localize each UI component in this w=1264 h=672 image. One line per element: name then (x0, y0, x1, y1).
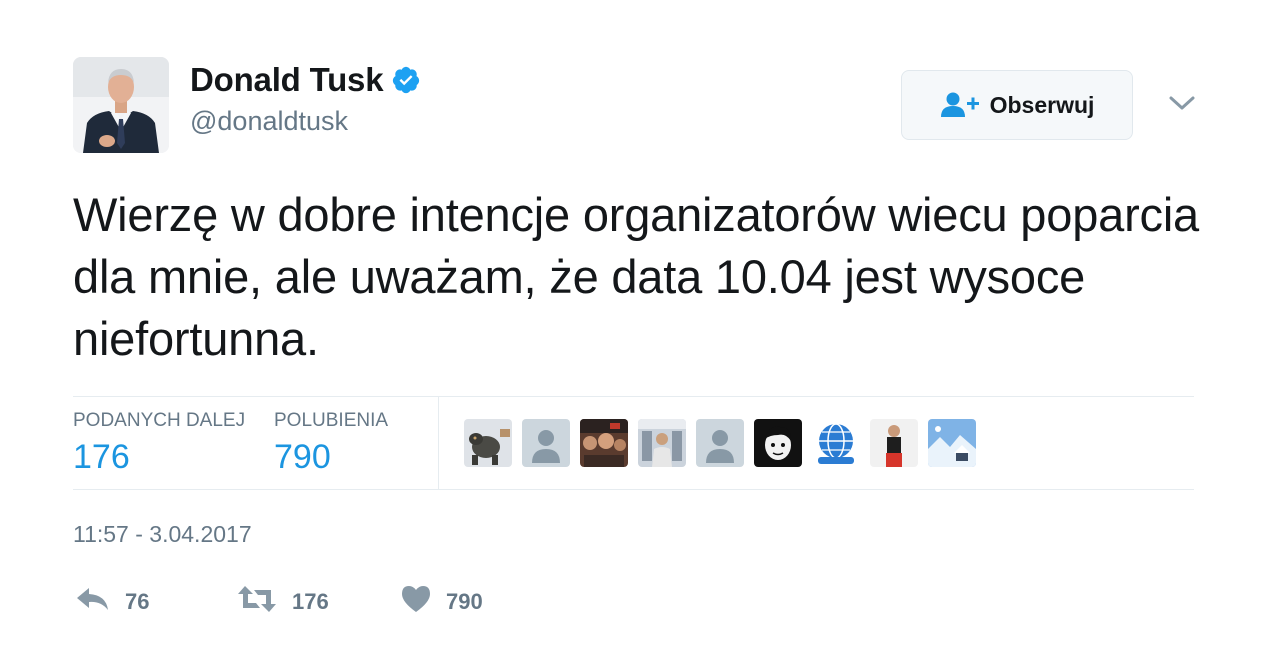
likes-stat-value: 790 (274, 438, 331, 476)
tweet-timestamp[interactable]: 11:57 - 3.04.2017 (73, 521, 252, 548)
author-handle[interactable]: @donaldtusk (190, 106, 348, 137)
stats-top-divider (73, 396, 1194, 397)
likes-stat-label: POLUBIENIA (274, 410, 389, 431)
liker-avatar-globe-logo[interactable] (812, 419, 860, 467)
liker-avatar-crowd[interactable] (580, 419, 628, 467)
liker-avatar-default[interactable] (696, 419, 744, 467)
follow-user-icon (940, 91, 980, 119)
like-count: 790 (446, 588, 483, 614)
profile-photo (73, 57, 169, 153)
like-button[interactable]: 790 (400, 584, 483, 619)
retweets-stat-label: PODANYCH DALEJ (73, 410, 246, 431)
liker-avatar-face-sketch[interactable] (754, 419, 802, 467)
author-avatar[interactable] (73, 57, 169, 153)
liker-avatar-default[interactable] (522, 419, 570, 467)
reply-count: 76 (125, 588, 150, 614)
likers-avatar-row (464, 419, 976, 467)
heart-icon (400, 584, 432, 619)
tweet-text: Wierzę w dobre intencje organizatorów wi… (73, 188, 1199, 365)
retweet-count: 176 (292, 588, 329, 614)
liker-avatar-winter-landscape[interactable] (928, 419, 976, 467)
retweets-stat[interactable]: PODANYCH DALEJ 176 (73, 410, 245, 477)
author-name-row: Donald Tusk (190, 60, 421, 100)
stats-vertical-divider (438, 397, 439, 489)
retweet-icon (236, 584, 278, 619)
liker-avatar-man-red[interactable] (870, 419, 918, 467)
reply-icon (75, 584, 111, 619)
author-display-name[interactable]: Donald Tusk (190, 61, 384, 99)
likes-stat[interactable]: POLUBIENIA 790 (274, 410, 388, 477)
retweet-button[interactable]: 176 (236, 584, 329, 619)
follow-button-label: Obserwuj (989, 91, 1095, 118)
stats-bottom-divider (73, 489, 1194, 490)
retweets-stat-value: 176 (73, 438, 130, 476)
liker-avatar-dog[interactable] (464, 419, 512, 467)
follow-button[interactable]: Obserwuj (901, 70, 1133, 140)
liker-avatar-man-outdoors[interactable] (638, 419, 686, 467)
reply-button[interactable]: 76 (75, 584, 149, 619)
verified-badge-icon (391, 65, 421, 95)
chevron-down-icon[interactable] (1166, 90, 1198, 116)
